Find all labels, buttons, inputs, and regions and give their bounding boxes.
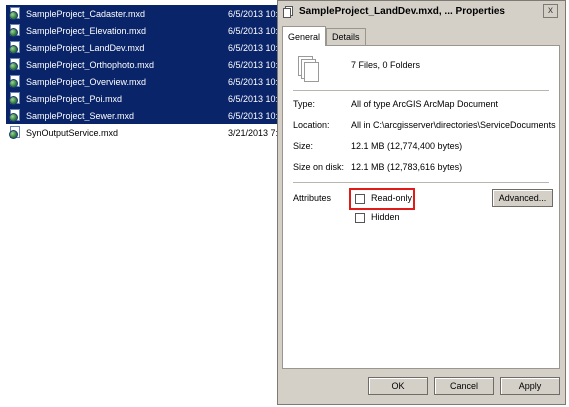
size-on-disk-label: Size on disk: xyxy=(293,162,345,172)
files-icon xyxy=(298,56,322,84)
general-panel: 7 Files, 0 Folders Type: All of type Arc… xyxy=(282,45,560,369)
file-date: 6/5/2013 10:2 xyxy=(228,8,278,19)
dialog-titlebar[interactable]: SampleProject_LandDev.mxd, ... Propertie… xyxy=(278,1,565,22)
mxd-file-icon xyxy=(9,126,22,139)
apply-button[interactable]: Apply xyxy=(500,377,560,395)
type-label: Type: xyxy=(293,99,316,109)
close-button[interactable]: x xyxy=(543,4,558,18)
file-name: SampleProject_Orthophoto.mxd xyxy=(26,59,155,70)
file-date: 3/21/2013 7:2 xyxy=(228,127,278,138)
file-date: 6/5/2013 10:2 xyxy=(228,59,278,70)
cancel-button[interactable]: Cancel xyxy=(434,377,494,395)
mxd-file-icon xyxy=(9,41,22,54)
tab-strip: General Details xyxy=(282,26,366,46)
size-value: 12.1 MB (12,774,400 bytes) xyxy=(351,141,463,151)
dialog-title: SampleProject_LandDev.mxd, ... Propertie… xyxy=(299,6,505,17)
mxd-file-icon xyxy=(9,92,22,105)
files-summary: 7 Files, 0 Folders xyxy=(351,60,421,70)
file-row[interactable]: SampleProject_Orthophoto.mxd 6/5/2013 10… xyxy=(6,56,278,73)
file-name: SampleProject_Cadaster.mxd xyxy=(26,8,146,19)
tab-details[interactable]: Details xyxy=(326,28,366,45)
mxd-file-icon xyxy=(9,58,22,71)
advanced-button[interactable]: Advanced... xyxy=(492,189,553,207)
hidden-label[interactable]: Hidden xyxy=(371,212,400,222)
size-label: Size: xyxy=(293,141,314,151)
mxd-file-icon xyxy=(9,7,22,20)
readonly-label[interactable]: Read-only xyxy=(371,193,412,203)
file-date: 6/5/2013 10:2 xyxy=(228,76,278,87)
file-name: SampleProject_Poi.mxd xyxy=(26,93,123,104)
file-name: SampleProject_Elevation.mxd xyxy=(26,25,147,36)
location-label: Location: xyxy=(293,120,330,130)
properties-dialog: SampleProject_LandDev.mxd, ... Propertie… xyxy=(277,0,566,405)
file-name: SampleProject_Overview.mxd xyxy=(26,76,147,87)
file-date: 6/5/2013 10:2 xyxy=(228,93,278,104)
hidden-checkbox[interactable] xyxy=(355,213,365,223)
ok-button[interactable]: OK xyxy=(368,377,428,395)
mxd-file-icon xyxy=(9,109,22,122)
divider xyxy=(293,90,549,91)
file-name: SynOutputService.mxd xyxy=(26,127,119,138)
file-row[interactable]: SynOutputService.mxd 3/21/2013 7:2 xyxy=(6,124,278,141)
tab-general[interactable]: General xyxy=(282,26,327,46)
file-row[interactable]: SampleProject_Cadaster.mxd 6/5/2013 10:2 xyxy=(6,5,278,22)
multiple-files-icon xyxy=(283,5,293,18)
mxd-file-icon xyxy=(9,24,22,37)
file-name: SampleProject_Sewer.mxd xyxy=(26,110,135,121)
file-row[interactable]: SampleProject_Overview.mxd 6/5/2013 10:2 xyxy=(6,73,278,90)
file-row[interactable]: SampleProject_Poi.mxd 6/5/2013 10:2 xyxy=(6,90,278,107)
attributes-label: Attributes xyxy=(293,193,332,203)
type-value: All of type ArcGIS ArcMap Document xyxy=(351,99,499,109)
mxd-file-icon xyxy=(9,75,22,88)
file-date: 6/5/2013 10:2 xyxy=(228,42,278,53)
file-date: 6/5/2013 10:2 xyxy=(228,25,278,36)
readonly-checkbox[interactable] xyxy=(355,194,365,204)
size-on-disk-value: 12.1 MB (12,783,616 bytes) xyxy=(351,162,463,172)
file-name: SampleProject_LandDev.mxd xyxy=(26,42,145,53)
divider xyxy=(293,182,549,183)
file-row[interactable]: SampleProject_Elevation.mxd 6/5/2013 10:… xyxy=(6,22,278,39)
location-value: All in C:\arcgisserver\directories\Servi… xyxy=(351,120,556,130)
file-row[interactable]: SampleProject_LandDev.mxd 6/5/2013 10:2 xyxy=(6,39,278,56)
file-row[interactable]: SampleProject_Sewer.mxd 6/5/2013 10:2 xyxy=(6,107,278,124)
file-date: 6/5/2013 10:2 xyxy=(228,110,278,121)
